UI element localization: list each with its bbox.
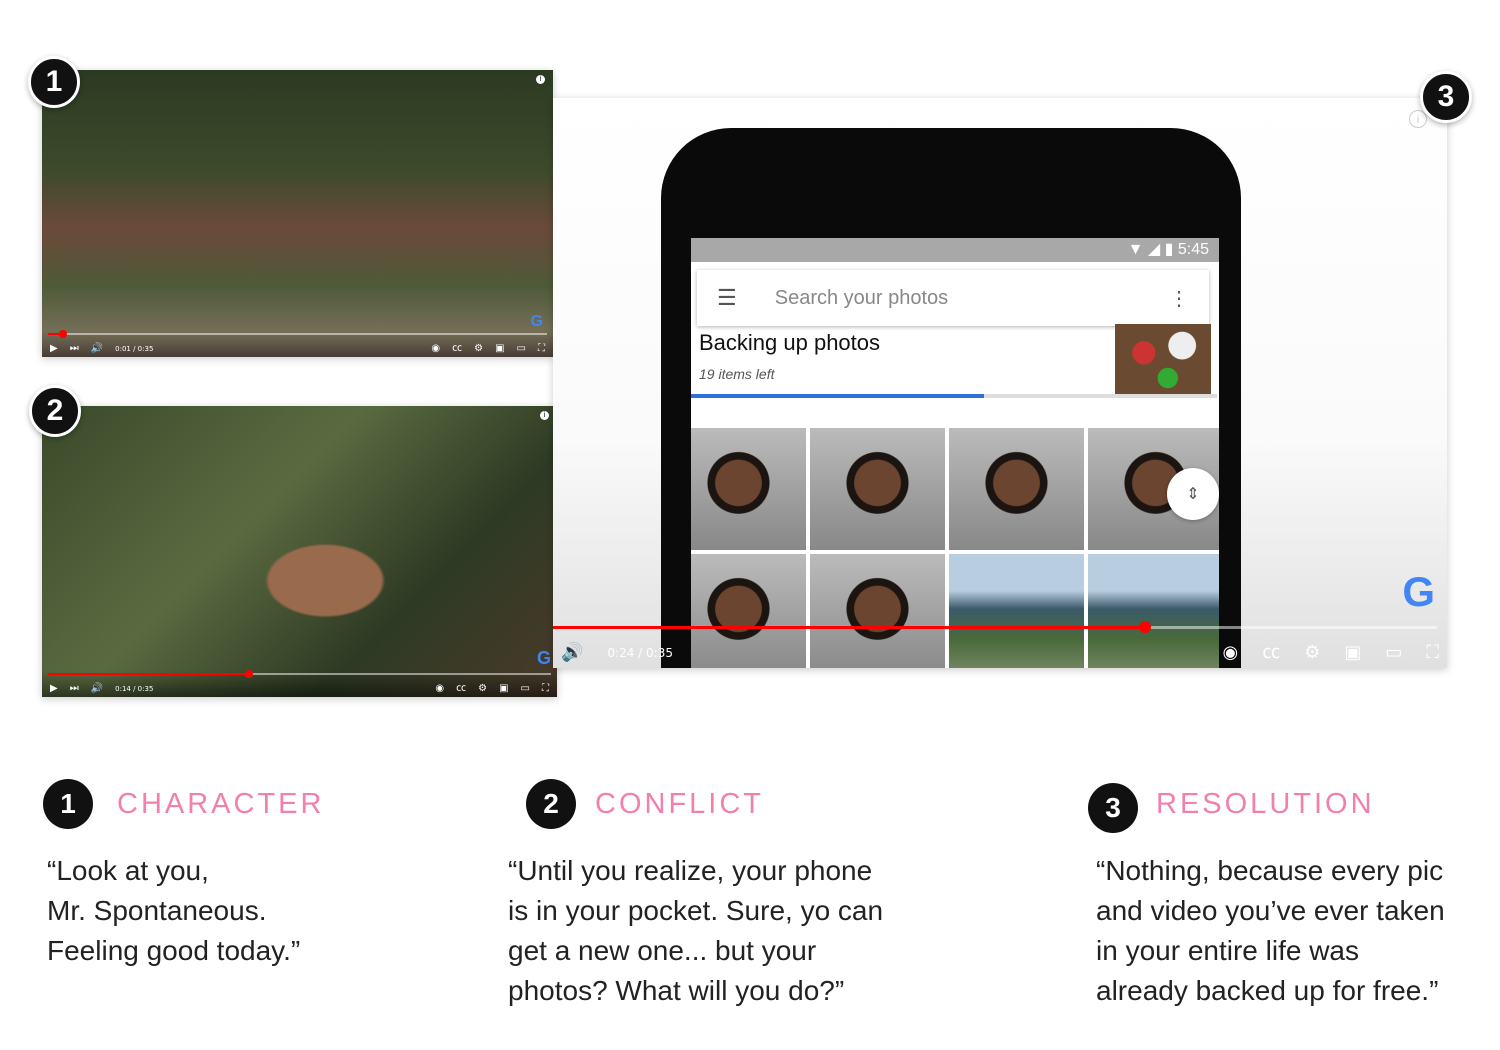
progress-bar[interactable] — [553, 621, 1437, 633]
miniplayer-icon[interactable]: ▣ — [495, 344, 504, 354]
theater-icon[interactable]: ▭ — [521, 684, 530, 694]
status-bar: ▼ ◢ ▮ 5:45 — [691, 238, 1219, 262]
gear-icon[interactable]: ⚙ — [474, 344, 483, 354]
step-number-1: 1 — [43, 779, 93, 829]
video-character[interactable]: i G ▶ ⏭ 🔊 0:01 / 0:35 ◉ ㏄ ⚙ ▣ ▭ ⛶ — [42, 70, 553, 357]
play-icon[interactable]: ▶ — [50, 684, 58, 694]
scrubber-handle[interactable] — [1139, 621, 1152, 633]
search-bar[interactable]: ☰ Search your photos ⋮ — [697, 270, 1209, 326]
backup-title: Backing up photos — [699, 330, 881, 355]
step-title-1: CHARACTER — [117, 788, 325, 820]
cc-icon[interactable]: ㏄ — [456, 684, 466, 694]
step-badge-3: 3 — [1420, 71, 1472, 123]
phone-screen: ▼ ◢ ▮ 5:45 ☰ Search your photos ⋮ Backin… — [691, 238, 1219, 668]
photo-thumbnail[interactable] — [810, 428, 945, 550]
time-display: 0:14 / 0:35 — [115, 685, 154, 693]
progress-bar[interactable] — [48, 330, 547, 338]
volume-icon[interactable]: 🔊 — [561, 644, 583, 662]
fullscreen-icon[interactable]: ⛶ — [542, 684, 549, 694]
play-icon[interactable]: ▶ — [50, 344, 58, 354]
more-vert-icon[interactable]: ⋮ — [1169, 286, 1189, 311]
player-controls: 🔊 0:24 / 0:35 ◉ ㏄ ⚙ ▣ ▭ ⛶ — [553, 621, 1447, 668]
backup-subtitle: 19 items left — [699, 366, 775, 382]
autoplay-toggle[interactable]: ◉ — [431, 344, 440, 354]
step-number-3: 3 — [1088, 783, 1138, 833]
step-title-2: CONFLICT — [595, 788, 764, 820]
fullscreen-icon[interactable]: ⛶ — [538, 344, 545, 354]
player-controls: ▶ ⏭ 🔊 0:14 / 0:35 ◉ ㏄ ⚙ ▣ ▭ ⛶ — [42, 670, 557, 697]
player-controls: ▶ ⏭ 🔊 0:01 / 0:35 ◉ ㏄ ⚙ ▣ ▭ ⛶ — [42, 330, 553, 357]
gear-icon[interactable]: ⚙ — [478, 684, 487, 694]
step-title-3: RESOLUTION — [1156, 788, 1375, 820]
miniplayer-icon[interactable]: ▣ — [1344, 644, 1361, 662]
backup-thumbnail — [1115, 324, 1211, 396]
video-resolution[interactable]: ▼ ◢ ▮ 5:45 ☰ Search your photos ⋮ Backin… — [553, 98, 1447, 668]
time-display: 0:24 / 0:35 — [607, 646, 673, 660]
step-number-2: 2 — [526, 779, 576, 829]
video-conflict[interactable]: i G ▶ ⏭ 🔊 0:14 / 0:35 ◉ ㏄ ⚙ ▣ ▭ ⛶ — [42, 406, 557, 697]
volume-icon[interactable]: 🔊 — [91, 344, 103, 354]
cc-icon[interactable]: ㏄ — [452, 344, 462, 354]
backup-progress-bar — [691, 394, 1217, 398]
gear-icon[interactable]: ⚙ — [1304, 644, 1320, 662]
menu-icon[interactable]: ☰ — [717, 285, 737, 311]
fast-scroll-handle[interactable]: ⇕ — [1167, 468, 1219, 520]
theater-icon[interactable]: ▭ — [517, 344, 526, 354]
scrubber-handle[interactable] — [58, 330, 67, 338]
search-input[interactable]: Search your photos — [775, 287, 1169, 310]
step-quote-1: “Look at you, Mr. Spontaneous. Feeling g… — [47, 855, 301, 966]
google-logo: G — [536, 648, 551, 668]
step-badge-1: 1 — [28, 56, 80, 108]
next-icon[interactable]: ⏭ — [70, 344, 79, 354]
autoplay-toggle[interactable]: ◉ — [435, 684, 444, 694]
step-quote-2: “Until you realize, your phone is in you… — [508, 855, 884, 1006]
step-quote-3: “Nothing, because every pic and video yo… — [1096, 855, 1445, 1006]
phone-mockup: ▼ ◢ ▮ 5:45 ☰ Search your photos ⋮ Backin… — [661, 128, 1241, 668]
google-logo: G — [1402, 568, 1435, 615]
miniplayer-icon[interactable]: ▣ — [499, 684, 508, 694]
fullscreen-icon[interactable]: ⛶ — [1426, 644, 1439, 662]
cc-icon[interactable]: ㏄ — [1262, 644, 1280, 662]
step-badge-2: 2 — [29, 385, 81, 437]
google-logo: G — [530, 313, 543, 330]
scrubber-handle[interactable] — [245, 670, 254, 678]
info-icon[interactable]: i — [540, 411, 549, 420]
photo-thumbnail[interactable] — [691, 428, 806, 550]
photo-thumbnail[interactable] — [949, 428, 1084, 550]
progress-bar[interactable] — [48, 670, 551, 678]
volume-icon[interactable]: 🔊 — [91, 684, 103, 694]
autoplay-toggle[interactable]: ◉ — [1223, 644, 1239, 662]
time-display: 0:01 / 0:35 — [115, 345, 154, 353]
backup-status: Backing up photos 19 items left — [699, 330, 880, 382]
info-icon[interactable]: i — [536, 75, 545, 84]
next-icon[interactable]: ⏭ — [70, 684, 79, 694]
theater-icon[interactable]: ▭ — [1385, 644, 1402, 662]
clock: 5:45 — [1177, 241, 1209, 258]
